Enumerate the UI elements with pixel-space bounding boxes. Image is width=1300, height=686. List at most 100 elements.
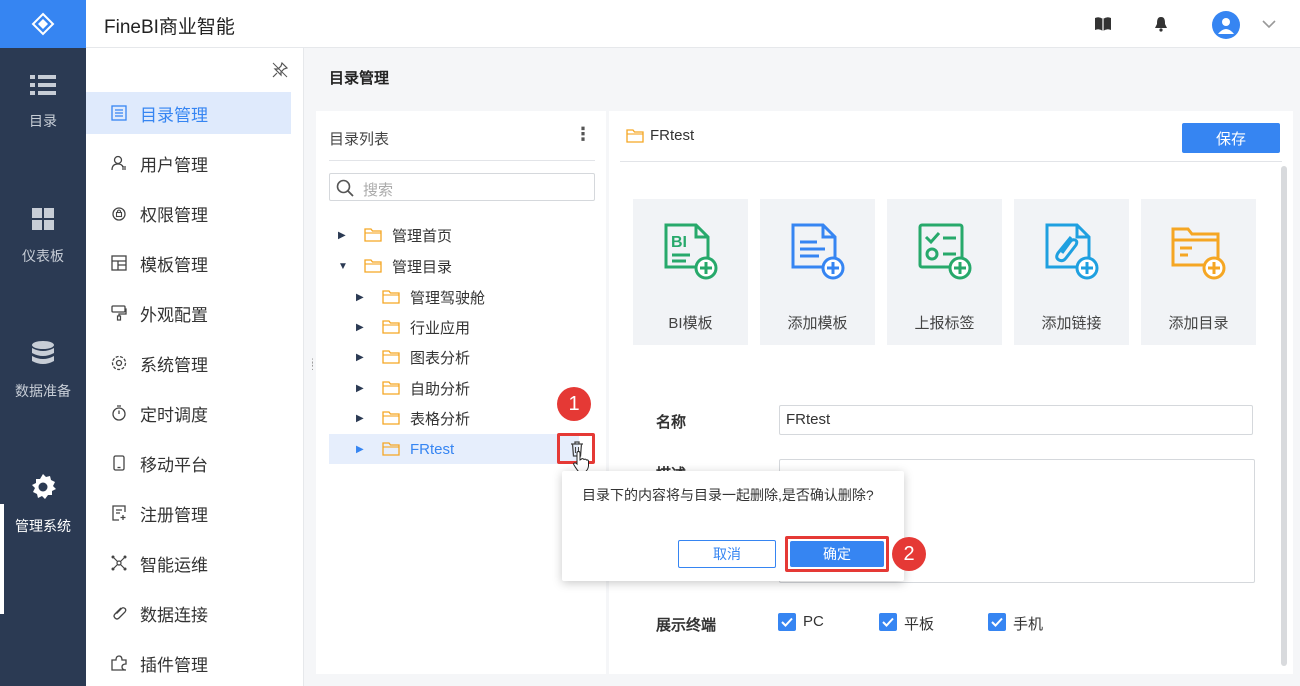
tree-node-label: 行业应用 (410, 319, 471, 337)
bi-template-icon: BI (664, 223, 717, 280)
link-icon (110, 604, 128, 622)
rail-item-dashboard[interactable]: 仪表板 (0, 182, 86, 292)
sidebar-item-label: 定时调度 (140, 405, 208, 425)
pin-icon[interactable] (272, 61, 289, 83)
rail-item-data-prep[interactable]: 数据准备 (0, 316, 86, 426)
chevron-down-icon[interactable] (1262, 16, 1276, 34)
caret-right-icon[interactable]: ▶ (356, 383, 366, 394)
check-icon (781, 617, 793, 627)
confirm-button[interactable]: 确定 (790, 541, 884, 567)
folder-icon (364, 228, 382, 242)
card-add-folder[interactable]: 添加目录 (1141, 199, 1256, 345)
app-title: FineBI商业智能 (104, 17, 235, 38)
caret-right-icon[interactable]: ▶ (356, 352, 366, 363)
card-add-link[interactable]: 添加链接 (1014, 199, 1129, 345)
sidebar-item-appearance[interactable]: 外观配置 (86, 292, 304, 334)
name-label: 名称 (656, 414, 687, 431)
template-icon (110, 254, 128, 272)
sidebar-item-label: 系统管理 (140, 355, 208, 375)
user-icon (110, 154, 128, 172)
admin-sidebar: 目录管理 用户管理 权限管理 模板管理 外观配置 系统管理 定时调度 移动平台 … (86, 48, 304, 686)
folder-icon (626, 129, 644, 143)
tree-node[interactable]: ▶ 图表分析 (356, 342, 470, 372)
sidebar-item-label: 用户管理 (140, 155, 208, 175)
search-icon (336, 179, 354, 197)
card-label: 添加模板 (787, 315, 848, 332)
save-button[interactable]: 保存 (1182, 123, 1280, 153)
phone-label: 手机 (1013, 616, 1044, 633)
lock-icon (110, 204, 128, 222)
check-icon (882, 617, 894, 627)
help-book-icon[interactable] (1093, 14, 1113, 34)
add-folder-icon (1171, 227, 1225, 280)
card-bi-template[interactable]: BI BI模板 (633, 199, 748, 345)
terminal-label: 展示终端 (656, 617, 717, 634)
sidebar-item-plugin-management[interactable]: 插件管理 (86, 642, 304, 684)
tree-node[interactable]: ▶ 表格分析 (356, 403, 470, 433)
tree-node[interactable]: ▶ 管理首页 (338, 220, 452, 250)
sidebar-item-label: 插件管理 (140, 655, 208, 675)
tree-node[interactable]: ▶ 行业应用 (356, 312, 470, 342)
sidebar-item-label: 智能运维 (140, 555, 208, 575)
phone-checkbox[interactable] (988, 613, 1006, 631)
sidebar-item-scheduling[interactable]: 定时调度 (86, 392, 304, 434)
gear-icon (32, 474, 56, 499)
sidebar-item-system-management[interactable]: 系统管理 (86, 342, 304, 384)
tree-node[interactable]: ▶ 管理驾驶舱 (356, 282, 485, 312)
caret-right-icon[interactable]: ▶ (356, 413, 366, 424)
logo-icon (31, 12, 55, 36)
more-options-icon[interactable]: ⋮ (574, 125, 592, 143)
sidebar-item-catalog-management[interactable]: 目录管理 (86, 92, 291, 134)
tree-node[interactable]: ▶ 自助分析 (356, 373, 470, 403)
tree-node-label: 图表分析 (410, 349, 471, 367)
sidebar-item-user-management[interactable]: 用户管理 (86, 142, 304, 184)
rail-item-admin[interactable]: 管理系统 (0, 450, 86, 560)
tablet-checkbox[interactable] (879, 613, 897, 631)
list-icon (30, 75, 56, 95)
vertical-scrollbar[interactable] (1281, 166, 1287, 666)
tree-node-label: 管理目录 (392, 258, 453, 276)
tree-node-label: 自助分析 (410, 380, 471, 398)
pc-checkbox[interactable] (778, 613, 796, 631)
divider (329, 160, 595, 161)
caret-right-icon[interactable]: ▶ (356, 444, 366, 455)
sidebar-item-label: 权限管理 (140, 205, 208, 225)
app-logo[interactable] (0, 0, 86, 48)
catalog-tree-panel: 目录列表 ⋮ 搜索 ▶ 管理首页 ▼ 管理目录 ▶ 管理驾驶舱 ▶ 行业应用 ▶… (316, 111, 606, 674)
rail-label: 仪表板 (22, 248, 64, 264)
sidebar-item-permission-management[interactable]: 权限管理 (86, 192, 304, 234)
tree-node-selected[interactable]: ▶ FRtest (356, 434, 454, 464)
divider (620, 161, 1282, 162)
tablet-label: 平板 (904, 616, 935, 633)
card-report-tag[interactable]: 上报标签 (887, 199, 1002, 345)
rail-item-catalog[interactable]: 目录 (0, 48, 86, 158)
sidebar-item-label: 外观配置 (140, 305, 208, 325)
caret-right-icon[interactable]: ▶ (356, 322, 366, 333)
tree-node[interactable]: ▼ 管理目录 (338, 251, 452, 281)
tree-search-input[interactable]: 搜索 (329, 173, 595, 201)
caret-right-icon[interactable]: ▶ (356, 292, 366, 303)
folder-icon (364, 259, 382, 273)
tree-node-label: 管理首页 (392, 227, 453, 245)
sidebar-item-label: 模板管理 (140, 255, 208, 275)
sidebar-item-label: 数据连接 (140, 605, 208, 625)
sidebar-item-registration[interactable]: 注册管理 (86, 492, 304, 534)
user-avatar[interactable] (1212, 11, 1240, 39)
folder-icon (382, 290, 400, 304)
add-link-icon (1045, 223, 1098, 280)
plugin-icon (110, 654, 128, 672)
name-input[interactable]: FRtest (779, 405, 1253, 435)
bell-icon[interactable] (1151, 14, 1171, 34)
step-badge-1: 1 (557, 387, 591, 421)
sidebar-item-data-connection[interactable]: 数据连接 (86, 592, 304, 634)
sidebar-item-smart-ops[interactable]: 智能运维 (86, 542, 304, 584)
card-label: 添加目录 (1168, 315, 1229, 332)
caret-right-icon[interactable]: ▶ (338, 230, 348, 241)
card-add-template[interactable]: 添加模板 (760, 199, 875, 345)
sidebar-item-label: 移动平台 (140, 455, 208, 475)
sidebar-item-template-management[interactable]: 模板管理 (86, 242, 304, 284)
sidebar-item-mobile-platform[interactable]: 移动平台 (86, 442, 304, 484)
caret-down-icon[interactable]: ▼ (338, 261, 348, 272)
cancel-button[interactable]: 取消 (678, 540, 776, 568)
sidebar-item-label: 目录管理 (140, 105, 208, 125)
